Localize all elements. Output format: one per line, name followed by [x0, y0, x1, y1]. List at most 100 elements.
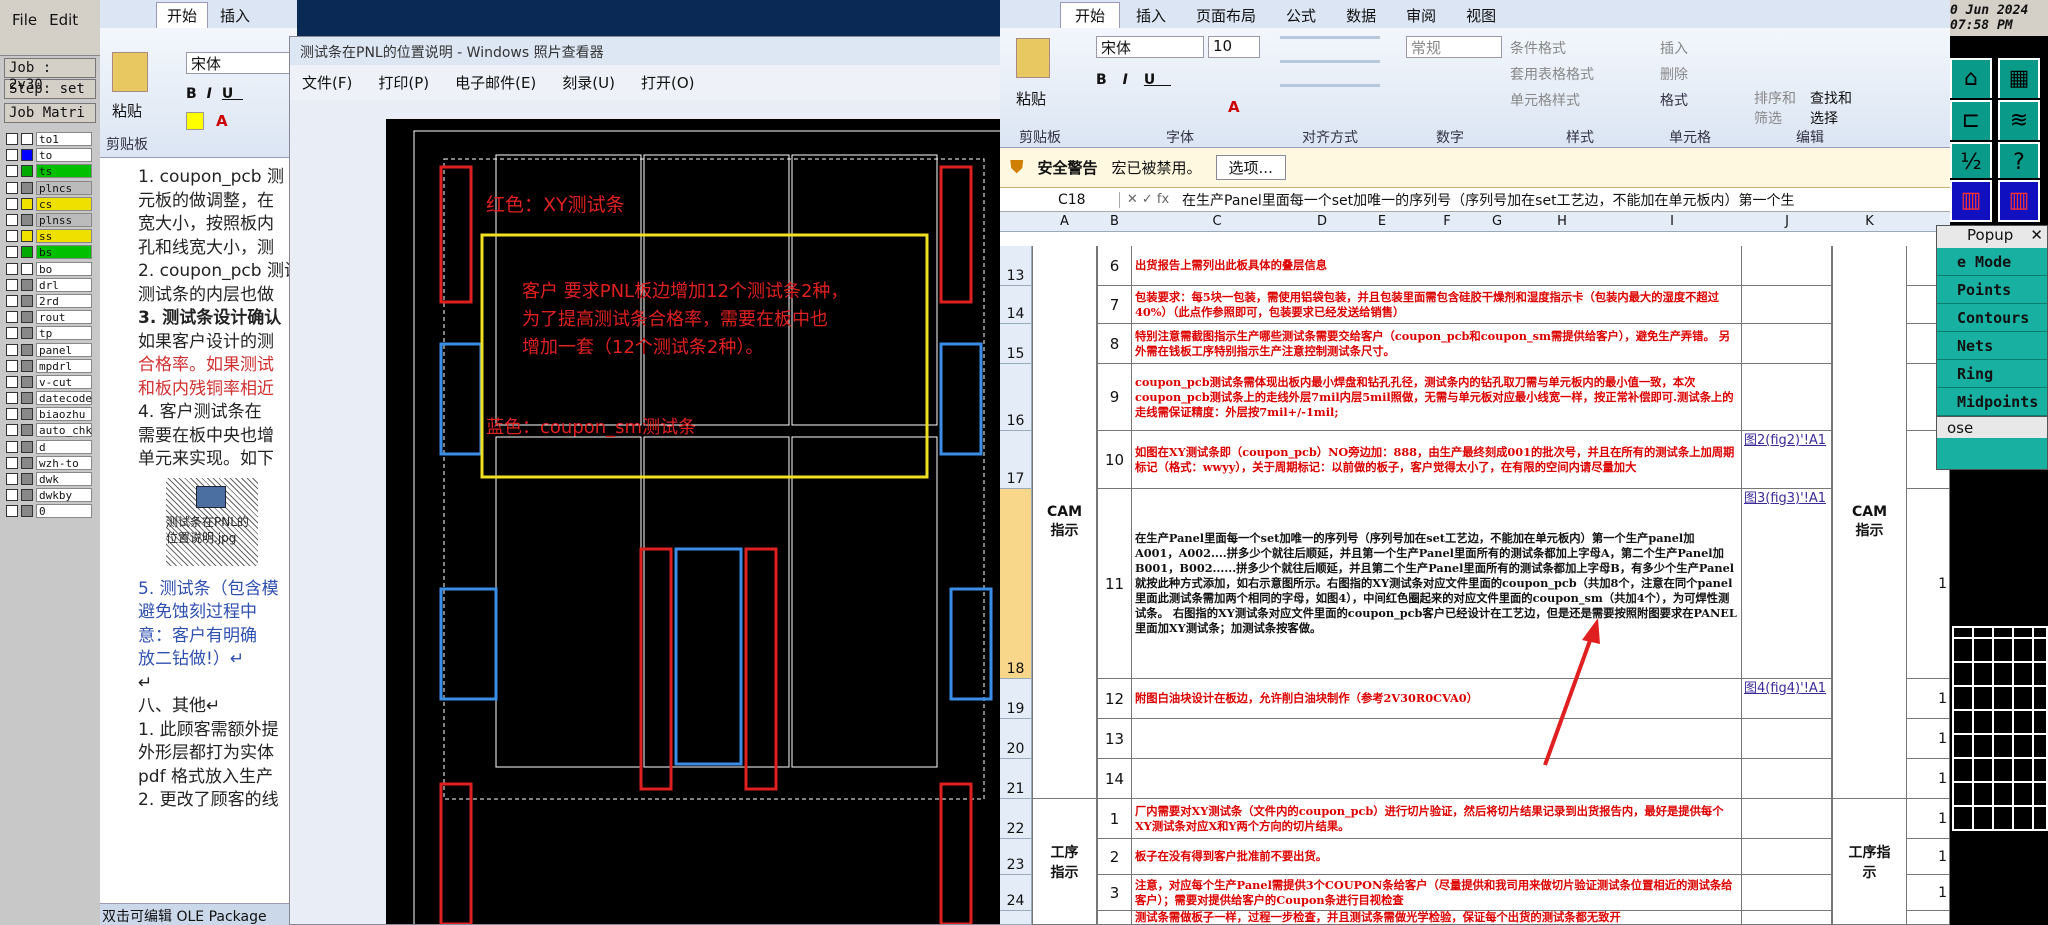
home-tool-icon[interactable]: ⌂ [1950, 56, 1994, 102]
help-tool-icon[interactable]: ? [1996, 140, 2042, 186]
col-f[interactable]: F [1422, 214, 1472, 229]
layer-row[interactable]: mpdrl [6, 358, 100, 374]
excel-size-select[interactable]: 10 [1208, 36, 1260, 58]
item-number-cell[interactable]: 10 [1097, 431, 1132, 489]
layer-checkbox[interactable] [6, 375, 18, 388]
col-i[interactable]: I [1602, 214, 1742, 229]
layer-row[interactable]: ts [6, 163, 100, 179]
figure-link[interactable] [1742, 246, 1832, 286]
layer-checkbox[interactable] [6, 489, 18, 502]
col-g[interactable]: G [1472, 214, 1522, 229]
item-number-cell[interactable]: 12 [1097, 679, 1132, 719]
layers-red-icon[interactable]: ▥ [1950, 178, 1994, 224]
instruction-cell[interactable]: 特别注意需截图指示生产哪些测试条需要交给客户（coupon_pcb和coupon… [1132, 324, 1742, 364]
layer-checkbox[interactable] [6, 343, 18, 356]
excel-font-color-icon[interactable]: A [1228, 98, 1240, 116]
name-box[interactable]: C18 [1000, 191, 1120, 208]
layer-row[interactable]: dwkby [6, 487, 100, 503]
trailing-cell[interactable]: 1 [1907, 679, 1950, 719]
figure-link[interactable] [1742, 286, 1832, 324]
excel-tab-review[interactable]: 审阅 [1392, 3, 1450, 28]
instruction-cell[interactable]: 出货报告上需列出此板具体的叠层信息 [1132, 246, 1742, 286]
layer-checkbox[interactable] [6, 440, 18, 453]
row-header[interactable]: 16 [1000, 364, 1032, 431]
col-b[interactable]: B [1097, 214, 1132, 229]
format-buttons[interactable]: BIU [186, 86, 243, 102]
grid-tool-icon[interactable]: ▦ [1996, 56, 2042, 102]
instruction-cell[interactable]: 测试条需做板子一样，过程一步检查，并且测试条需做光学检验，保证每个出货的测试条都… [1132, 910, 1742, 925]
layer-checkbox[interactable] [6, 214, 18, 227]
layer-checkbox[interactable] [6, 181, 18, 194]
layer-row[interactable]: wzh-to [6, 455, 100, 471]
item-number-cell[interactable]: 6 [1097, 246, 1132, 286]
layer-row[interactable]: auto_chk [6, 422, 100, 438]
layer-checkbox[interactable] [6, 408, 18, 421]
layer-row[interactable]: cs [6, 196, 100, 212]
layer-checkbox[interactable] [6, 149, 18, 162]
instruction-cell[interactable]: 在生产Panel里面每一个set加唯一的序列号（序列号加在set工艺边，不能加在… [1132, 489, 1742, 679]
embedded-object[interactable]: 测试条在PNL的位置说明.jpg [166, 477, 297, 570]
item-number-cell[interactable]: 2 [1097, 839, 1132, 875]
layer-row[interactable]: rout [6, 309, 100, 325]
row-header[interactable]: 22 [1000, 799, 1032, 839]
layer-checkbox[interactable] [6, 262, 18, 275]
highlight-icon[interactable] [186, 112, 204, 130]
layer-checkbox[interactable] [6, 424, 18, 437]
layer-checkbox[interactable] [6, 359, 18, 372]
popup-item-points[interactable]: Points [1937, 276, 2047, 304]
layer-row[interactable]: datecode [6, 390, 100, 406]
layer-row[interactable]: d [6, 439, 100, 455]
cell-buttons[interactable]: 插入 删除 格式 [1660, 36, 1688, 114]
row-header[interactable]: 21 [1000, 759, 1032, 799]
instruction-cell[interactable] [1132, 759, 1742, 799]
instruction-cell[interactable]: 包装要求：每5块一包装，需使用铝袋包装，并且包装里面需包含硅胶干燥剂和湿度指示卡… [1132, 286, 1742, 324]
popup-item-contours[interactable]: Contours [1937, 304, 2047, 332]
fx-icon[interactable]: ✕ ✓ fx [1120, 192, 1176, 207]
trailing-cell[interactable]: 1 [1907, 759, 1950, 799]
menu-open[interactable]: 打开(O) [641, 72, 695, 93]
item-number-cell[interactable]: 7 [1097, 286, 1132, 324]
menu-email[interactable]: 电子邮件(E) [455, 72, 536, 93]
layer-row[interactable]: 0 [6, 503, 100, 519]
layer-row[interactable]: panel [6, 341, 100, 357]
menu-burn[interactable]: 刻录(U) [562, 72, 615, 93]
layer-row[interactable]: drl [6, 277, 100, 293]
layer-checkbox[interactable] [6, 327, 18, 340]
col-a[interactable]: A [1032, 214, 1097, 229]
layer-row[interactable]: ss [6, 228, 100, 244]
find-select-button[interactable]: 查找和选择 [1810, 88, 1860, 128]
item-number-cell[interactable]: 9 [1097, 364, 1132, 431]
row-header[interactable]: 20 [1000, 719, 1032, 759]
layers-red-icon-2[interactable]: ▥ [1996, 178, 2042, 224]
figure-link[interactable] [1742, 759, 1832, 799]
excel-font-select[interactable]: 宋体 [1096, 36, 1204, 58]
layer-checkbox[interactable] [6, 230, 18, 243]
popup-item-mode[interactable]: e Mode [1937, 248, 2047, 276]
row-header[interactable] [1000, 911, 1032, 925]
layer-row[interactable]: dwk [6, 471, 100, 487]
layer-checkbox[interactable] [6, 311, 18, 324]
figure-link[interactable] [1742, 799, 1832, 839]
row-header[interactable]: 13 [1000, 246, 1032, 286]
layer-checkbox[interactable] [6, 278, 18, 291]
menu-file[interactable]: File [12, 11, 37, 29]
col-h[interactable]: H [1522, 214, 1602, 229]
row-header[interactable]: 14 [1000, 286, 1032, 324]
figure-link[interactable]: 图4(fig4)'!A1 [1742, 679, 1832, 719]
close-icon[interactable]: ✕ [2030, 226, 2043, 244]
row-header[interactable]: 23 [1000, 839, 1032, 875]
scale-tool-icon[interactable]: ½ [1950, 140, 1994, 186]
menu-edit[interactable]: Edit [49, 11, 78, 29]
layer-row[interactable]: to [6, 147, 100, 163]
word-tab-home[interactable]: 开始 [156, 2, 209, 28]
row-header[interactable]: 18 [1000, 489, 1032, 679]
instruction-cell[interactable]: 厂内需要对XY测试条（文件内的coupon_pcb）进行切片验证，然后将切片结果… [1132, 799, 1742, 839]
excel-tab-view[interactable]: 视图 [1452, 3, 1510, 28]
instruction-cell[interactable] [1132, 719, 1742, 759]
trailing-cell[interactable]: 1 [1907, 839, 1950, 875]
row-header[interactable]: 24 [1000, 875, 1032, 911]
layer-row[interactable]: biaozhu [6, 406, 100, 422]
figure-link[interactable] [1742, 911, 1832, 925]
layer-row[interactable]: to1 [6, 131, 100, 147]
instruction-cell[interactable]: 板子在没有得到客户批准前不要出货。 [1132, 839, 1742, 875]
